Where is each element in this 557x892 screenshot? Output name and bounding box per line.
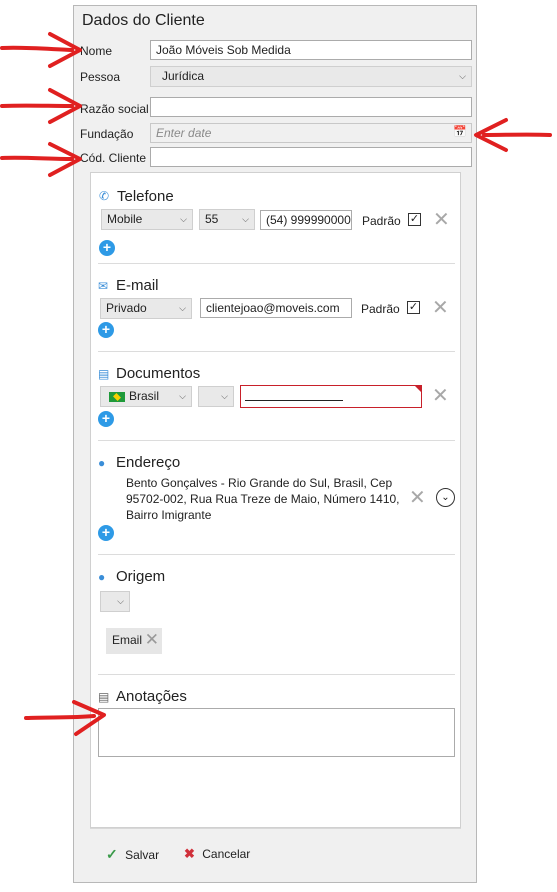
email-title: E-mail bbox=[116, 277, 159, 294]
calendar-icon[interactable]: 📅 bbox=[453, 125, 467, 139]
phone-icon: ✆ bbox=[99, 189, 110, 203]
ddi-value: 55 bbox=[205, 212, 219, 226]
mask-underline bbox=[245, 400, 343, 401]
cod-cliente-label: Cód. Cliente bbox=[80, 151, 147, 165]
client-form-panel: Dados do Cliente Nome João Móveis Sob Me… bbox=[73, 5, 477, 883]
section-divider bbox=[98, 351, 455, 352]
pessoa-label: Pessoa bbox=[80, 70, 121, 84]
anotacoes-textarea[interactable] bbox=[98, 708, 455, 757]
location-pin-icon: ● bbox=[98, 456, 106, 470]
panel-title: Dados do Cliente bbox=[82, 12, 205, 29]
save-button[interactable]: ✓ Salvar bbox=[106, 846, 159, 863]
address-line: 95702-002, Rua Rua Treze de Maio, Número… bbox=[126, 492, 400, 506]
section-divider bbox=[98, 263, 455, 264]
document-type-select[interactable]: ⌵ bbox=[198, 386, 234, 407]
origem-title: Origem bbox=[116, 568, 166, 585]
cancel-button[interactable]: ✖ Cancelar bbox=[184, 846, 250, 862]
razao-social-input[interactable] bbox=[150, 97, 472, 117]
section-divider bbox=[98, 440, 455, 441]
origem-tag: Email ✕ bbox=[106, 628, 162, 654]
anotacoes-title: Anotações bbox=[116, 688, 187, 705]
annotation-arrow bbox=[474, 118, 552, 152]
telefone-padrao-checkbox[interactable]: ✓ bbox=[408, 213, 421, 226]
add-telefone-icon[interactable]: + bbox=[99, 240, 115, 256]
chevron-down-icon: ⌵ bbox=[221, 391, 228, 401]
endereco-title: Endereço bbox=[116, 454, 181, 471]
section-divider bbox=[98, 554, 455, 555]
email-type-select[interactable]: Privado ⌵ bbox=[100, 298, 192, 319]
chevron-down-icon: ⌵ bbox=[179, 391, 186, 401]
nome-input[interactable]: João Móveis Sob Medida bbox=[150, 40, 472, 60]
annotation-arrow bbox=[24, 700, 106, 736]
remove-telefone-icon[interactable]: ✕ bbox=[433, 210, 450, 230]
cancel-x-icon: ✖ bbox=[184, 846, 195, 861]
document-number-input[interactable] bbox=[240, 385, 422, 408]
cod-cliente-input[interactable] bbox=[150, 147, 472, 167]
origem-select[interactable]: ⌵ bbox=[100, 591, 130, 612]
address-text: Bento Gonçalves - Rio Grande do Sul, Bra… bbox=[126, 475, 406, 523]
id-card-icon: ▤ bbox=[98, 367, 110, 381]
email-padrao-checkbox[interactable]: ✓ bbox=[407, 301, 420, 314]
date-placeholder: Enter date bbox=[156, 126, 212, 140]
chevron-down-icon: ⌵ bbox=[180, 214, 187, 224]
telefone-padrao-label: Padrão bbox=[362, 214, 401, 228]
remove-email-icon[interactable]: ✕ bbox=[432, 298, 449, 318]
email-input[interactable]: clientejoao@moveis.com bbox=[200, 298, 352, 318]
brazil-flag-icon bbox=[109, 391, 125, 402]
chevron-down-icon: ⌵ bbox=[117, 596, 124, 606]
telefone-number-input[interactable]: (54) 999990000 bbox=[260, 210, 352, 230]
chevron-down-icon: ⌵ bbox=[242, 214, 249, 224]
razao-label: Razão social bbox=[80, 102, 149, 116]
origem-tag-label: Email bbox=[112, 633, 143, 647]
email-padrao-label: Padrão bbox=[361, 302, 400, 316]
annotation-arrow bbox=[0, 142, 82, 177]
expand-endereco-icon[interactable]: ⌄ bbox=[436, 488, 455, 507]
document-country-value: Brasil bbox=[129, 389, 160, 403]
address-line: Bento Gonçalves - Rio Grande do Sul, Bra… bbox=[126, 476, 393, 490]
ddi-select[interactable]: 55 ⌵ bbox=[199, 209, 255, 230]
checkmark-icon: ✓ bbox=[106, 846, 118, 862]
email-type-value: Privado bbox=[106, 301, 147, 315]
location-pin-icon: ● bbox=[98, 570, 106, 584]
telefone-type-select[interactable]: Mobile ⌵ bbox=[101, 209, 193, 230]
add-endereco-icon[interactable]: + bbox=[98, 525, 114, 541]
footer-divider bbox=[90, 828, 461, 829]
add-email-icon[interactable]: + bbox=[98, 322, 114, 338]
pessoa-value: Jurídica bbox=[162, 69, 205, 83]
remove-tag-icon[interactable]: ✕ bbox=[145, 630, 159, 650]
documentos-title: Documentos bbox=[116, 365, 201, 382]
mail-icon: ✉ bbox=[98, 279, 109, 293]
address-line: Bairro Imigrante bbox=[126, 508, 212, 522]
document-country-select[interactable]: Brasil ⌵ bbox=[100, 386, 192, 407]
add-documento-icon[interactable]: + bbox=[98, 411, 114, 427]
remove-documento-icon[interactable]: ✕ bbox=[432, 386, 449, 406]
remove-endereco-icon[interactable]: ✕ bbox=[409, 488, 426, 508]
fundacao-date-input[interactable]: Enter date 📅 bbox=[150, 123, 472, 143]
chevron-down-icon: ⌵ bbox=[459, 71, 466, 81]
telefone-type-value: Mobile bbox=[107, 212, 143, 226]
save-label: Salvar bbox=[125, 848, 160, 862]
annotation-arrow bbox=[0, 32, 82, 68]
cancel-label: Cancelar bbox=[202, 847, 251, 861]
pessoa-select[interactable]: Jurídica ⌵ bbox=[150, 66, 472, 87]
chevron-down-icon: ⌵ bbox=[179, 303, 186, 313]
fundacao-label: Fundação bbox=[80, 127, 134, 141]
error-indicator bbox=[415, 386, 421, 392]
section-divider bbox=[98, 674, 455, 675]
annotation-arrow bbox=[0, 88, 82, 124]
telefone-title: Telefone bbox=[117, 188, 174, 205]
